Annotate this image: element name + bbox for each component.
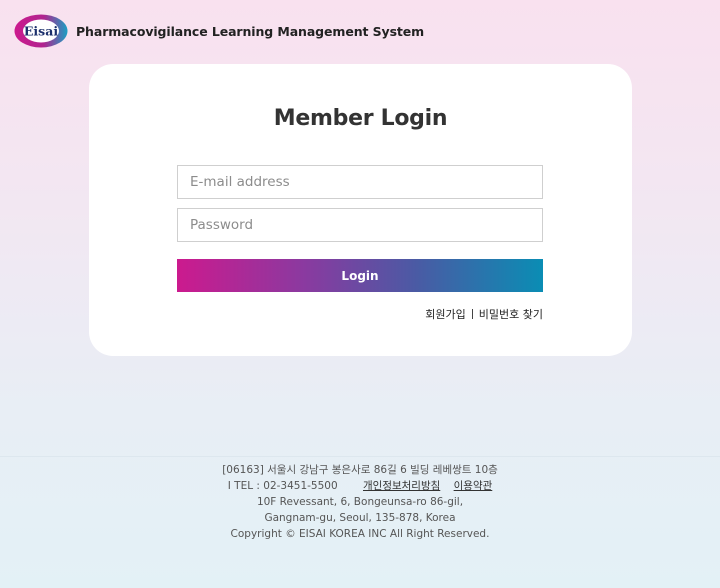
- privacy-policy-link[interactable]: 개인정보처리방침: [363, 480, 440, 492]
- email-field[interactable]: [177, 165, 543, 199]
- site-footer: [06163] 서울시 강남구 봉은사로 86길 6 빌딩 레베쌍트 10층 I…: [0, 462, 720, 542]
- page-title: Member Login: [273, 106, 448, 131]
- footer-divider: [0, 456, 720, 457]
- logo-text: Eisai: [24, 24, 58, 39]
- signup-link[interactable]: 회원가입: [425, 306, 465, 322]
- link-divider: [471, 309, 473, 319]
- site-header: Eisai Pharmacovigilance Learning Managem…: [14, 14, 424, 48]
- footer-address-en-1: 10F Revessant, 6, Bongeunsa-ro 86-gil,: [256, 496, 464, 508]
- find-password-link[interactable]: 비밀번호 찾기: [479, 306, 543, 322]
- app-title: Pharmacovigilance Learning Management Sy…: [76, 23, 425, 39]
- eisai-logo[interactable]: Eisai: [14, 14, 68, 48]
- footer-address-kr: [06163] 서울시 강남구 봉은사로 86길 6 빌딩 레베쌍트 10층: [222, 464, 498, 476]
- password-field[interactable]: [177, 208, 543, 242]
- auth-links: 회원가입 비밀번호 찾기: [425, 306, 543, 322]
- footer-address-en-2: Gangnam-gu, Seoul, 135-878, Korea: [264, 512, 456, 524]
- footer-tel: I TEL : 02-3451-5500: [227, 480, 338, 492]
- terms-link[interactable]: 이용약관: [454, 480, 493, 492]
- login-card: Member Login Login 회원가입 비밀번호 찾기: [89, 64, 632, 356]
- login-button[interactable]: Login: [177, 259, 543, 292]
- footer-copyright: Copyright © EISAI KOREA INC All Right Re…: [230, 528, 490, 540]
- footer-contact-row: I TEL : 02-3451-5500 개인정보처리방침 이용약관: [0, 478, 720, 494]
